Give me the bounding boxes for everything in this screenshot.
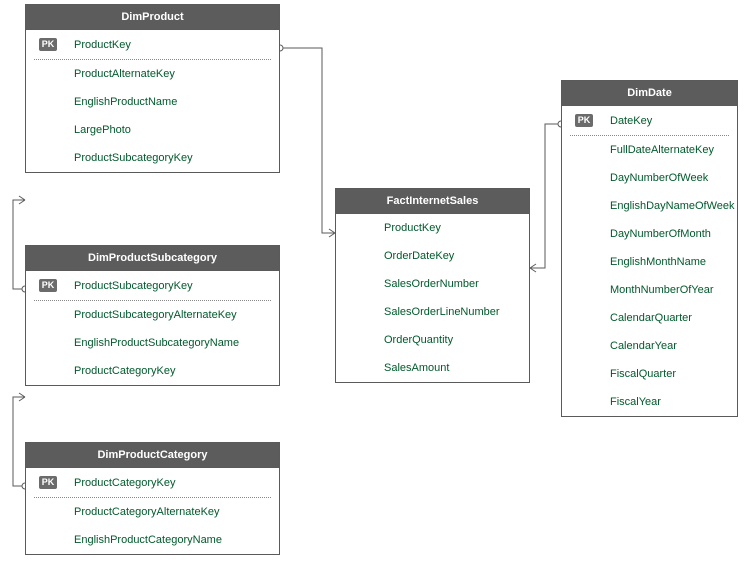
field-name: EnglishProductName: [60, 96, 177, 108]
table-body: PK ProductSubcategoryKey ProductSubcateg…: [26, 271, 279, 385]
field-name: DayNumberOfMonth: [596, 228, 711, 240]
field-row[interactable]: FullDateAlternateKey: [562, 136, 737, 164]
field-name: ProductCategoryKey: [60, 365, 176, 377]
field-name: EnglishMonthName: [596, 256, 706, 268]
field-row[interactable]: LargePhoto: [26, 116, 279, 144]
field-row[interactable]: FiscalYear: [562, 388, 737, 416]
field-name: OrderDateKey: [370, 250, 454, 262]
field-name: FiscalYear: [596, 396, 661, 408]
field-name: SalesAmount: [370, 362, 449, 374]
field-row[interactable]: EnglishProductSubcategoryName: [26, 329, 279, 357]
field-name: ProductCategoryAlternateKey: [60, 506, 220, 518]
table-header: DimDate: [562, 81, 737, 106]
field-name: EnglishDayNameOfWeek: [596, 200, 735, 212]
table-header: DimProduct: [26, 5, 279, 30]
field-row[interactable]: DayNumberOfMonth: [562, 220, 737, 248]
field-name: FullDateAlternateKey: [596, 144, 714, 156]
field-name: EnglishProductCategoryName: [60, 534, 222, 546]
field-name: SalesOrderLineNumber: [370, 306, 500, 318]
pk-badge: PK: [39, 38, 58, 51]
field-row[interactable]: OrderQuantity: [336, 326, 529, 354]
field-name: ProductSubcategoryAlternateKey: [60, 309, 237, 321]
field-row[interactable]: ProductKey: [336, 214, 529, 242]
field-row[interactable]: SalesOrderLineNumber: [336, 298, 529, 326]
field-row[interactable]: ProductSubcategoryAlternateKey: [26, 301, 279, 329]
field-row[interactable]: ProductSubcategoryKey: [26, 144, 279, 172]
pk-badge: PK: [39, 476, 58, 489]
field-row[interactable]: DayNumberOfWeek: [562, 164, 737, 192]
field-row[interactable]: ProductCategoryKey: [26, 357, 279, 385]
field-name: EnglishProductSubcategoryName: [60, 337, 239, 349]
field-name: ProductKey: [60, 39, 131, 51]
field-row[interactable]: ProductCategoryAlternateKey: [26, 498, 279, 526]
field-name: DayNumberOfWeek: [596, 172, 708, 184]
field-row[interactable]: EnglishMonthName: [562, 248, 737, 276]
field-name: OrderQuantity: [370, 334, 453, 346]
table-dimproductsubcategory[interactable]: DimProductSubcategory PK ProductSubcateg…: [25, 245, 280, 386]
table-dimproductcategory[interactable]: DimProductCategory PK ProductCategoryKey…: [25, 442, 280, 555]
field-row[interactable]: ProductAlternateKey: [26, 60, 279, 88]
field-name: DateKey: [596, 115, 652, 127]
field-name: CalendarYear: [596, 340, 677, 352]
table-body: PK DateKey FullDateAlternateKey DayNumbe…: [562, 106, 737, 416]
field-row[interactable]: EnglishDayNameOfWeek: [562, 192, 737, 220]
field-name: MonthNumberOfYear: [596, 284, 714, 296]
table-dimproduct[interactable]: DimProduct PK ProductKey ProductAlternat…: [25, 4, 280, 173]
field-row[interactable]: OrderDateKey: [336, 242, 529, 270]
field-name: FiscalQuarter: [596, 368, 676, 380]
field-name: CalendarQuarter: [596, 312, 692, 324]
table-body: PK ProductCategoryKey ProductCategoryAlt…: [26, 468, 279, 554]
field-row[interactable]: MonthNumberOfYear: [562, 276, 737, 304]
field-name: ProductAlternateKey: [60, 68, 175, 80]
table-body: ProductKey OrderDateKey SalesOrderNumber…: [336, 214, 529, 382]
field-row[interactable]: SalesOrderNumber: [336, 270, 529, 298]
field-row[interactable]: CalendarYear: [562, 332, 737, 360]
field-row[interactable]: PK ProductSubcategoryKey: [26, 271, 279, 300]
table-factinternetsales[interactable]: FactInternetSales ProductKey OrderDateKe…: [335, 188, 530, 383]
field-row[interactable]: FiscalQuarter: [562, 360, 737, 388]
field-row[interactable]: EnglishProductName: [26, 88, 279, 116]
field-row[interactable]: PK ProductCategoryKey: [26, 468, 279, 497]
field-row[interactable]: PK ProductKey: [26, 30, 279, 59]
table-dimdate[interactable]: DimDate PK DateKey FullDateAlternateKey …: [561, 80, 738, 417]
field-name: LargePhoto: [60, 124, 131, 136]
field-row[interactable]: PK DateKey: [562, 106, 737, 135]
field-name: ProductSubcategoryKey: [60, 152, 193, 164]
table-header: DimProductSubcategory: [26, 246, 279, 271]
table-header: DimProductCategory: [26, 443, 279, 468]
pk-badge: PK: [39, 279, 58, 292]
field-row[interactable]: SalesAmount: [336, 354, 529, 382]
field-name: ProductSubcategoryKey: [60, 280, 193, 292]
table-body: PK ProductKey ProductAlternateKey Englis…: [26, 30, 279, 172]
field-row[interactable]: CalendarQuarter: [562, 304, 737, 332]
field-name: ProductKey: [370, 222, 441, 234]
table-header: FactInternetSales: [336, 189, 529, 214]
pk-badge: PK: [575, 114, 594, 127]
field-name: SalesOrderNumber: [370, 278, 479, 290]
field-row[interactable]: EnglishProductCategoryName: [26, 526, 279, 554]
field-name: ProductCategoryKey: [60, 477, 176, 489]
